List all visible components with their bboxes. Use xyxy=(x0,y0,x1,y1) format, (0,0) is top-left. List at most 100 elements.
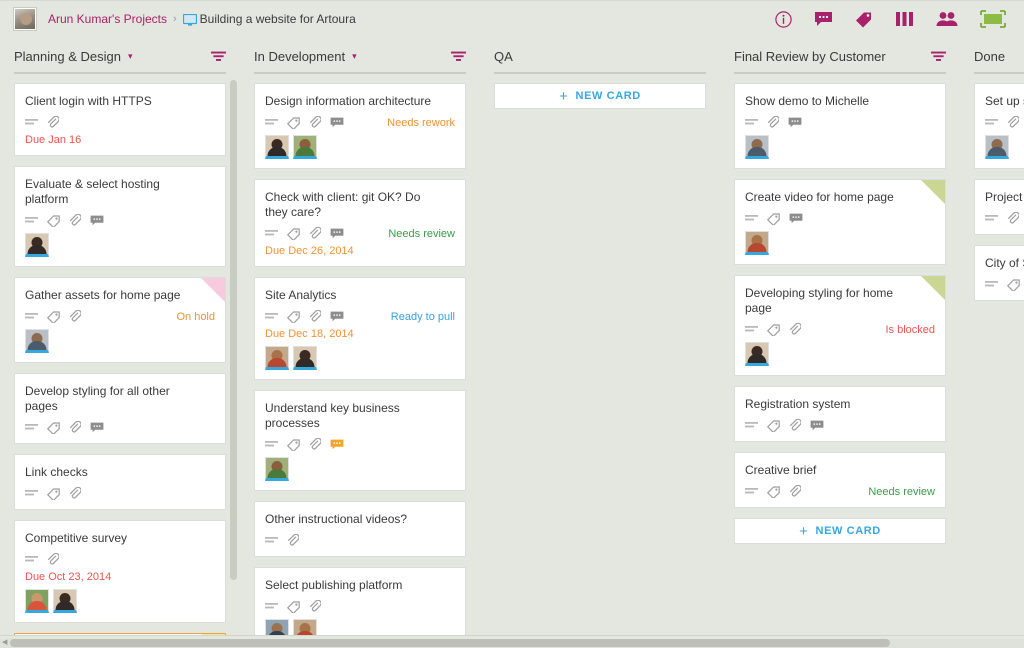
tag-icon[interactable] xyxy=(287,116,300,129)
attachment-icon[interactable] xyxy=(1007,116,1019,129)
tag-icon[interactable] xyxy=(287,600,300,613)
tag-icon[interactable] xyxy=(287,310,300,323)
attachment-icon[interactable] xyxy=(309,310,321,323)
filter-icon[interactable] xyxy=(931,51,948,62)
description-icon[interactable] xyxy=(745,325,758,335)
avatar[interactable] xyxy=(25,233,49,257)
kanban-card[interactable]: Create video for home page xyxy=(734,179,946,265)
comment-icon-unread[interactable] xyxy=(330,439,344,450)
attachment-icon[interactable] xyxy=(789,485,801,498)
description-icon[interactable] xyxy=(745,118,758,128)
chevron-down-icon[interactable]: ▾ xyxy=(352,51,357,61)
kanban-card[interactable]: Client login with HTTPS Due Jan 16 xyxy=(14,83,226,156)
attachment-icon[interactable] xyxy=(69,214,81,227)
filter-icon[interactable] xyxy=(211,51,228,62)
new-card-button[interactable]: + NEW CARD xyxy=(734,518,946,544)
attachment-icon[interactable] xyxy=(69,487,81,500)
kanban-card[interactable]: Develop styling for all other pages xyxy=(14,373,226,444)
description-icon[interactable] xyxy=(265,536,278,546)
kanban-card[interactable]: Gather assets for home page On hold xyxy=(14,277,226,363)
chevron-down-icon[interactable]: ▾ xyxy=(128,51,133,61)
comment-icon[interactable] xyxy=(814,11,833,27)
tag-icon[interactable] xyxy=(767,212,780,225)
description-icon[interactable] xyxy=(265,229,278,239)
description-icon[interactable] xyxy=(265,602,278,612)
attachment-icon[interactable] xyxy=(69,310,81,323)
description-icon[interactable] xyxy=(265,118,278,128)
description-icon[interactable] xyxy=(25,555,38,565)
hscroll-thumb[interactable] xyxy=(10,639,890,647)
description-icon[interactable] xyxy=(25,216,38,226)
attachment-icon[interactable] xyxy=(767,116,779,129)
comment-icon[interactable] xyxy=(330,311,344,322)
attachment-icon[interactable] xyxy=(309,600,321,613)
avatar[interactable] xyxy=(265,346,289,370)
attachment-icon[interactable] xyxy=(789,419,801,432)
kanban-card[interactable]: Show demo to Michelle xyxy=(734,83,946,169)
kanban-card[interactable]: Site Analytics Ready to pull Due Dec 18, 2… xyxy=(254,277,466,380)
kanban-card[interactable]: Design information architecture Needs rew… xyxy=(254,83,466,169)
hscroll-left-arrow[interactable]: ◀ xyxy=(2,639,9,647)
avatar[interactable] xyxy=(745,231,769,255)
horizontal-scrollbar[interactable]: ◀ xyxy=(0,635,1024,648)
avatar[interactable] xyxy=(985,135,1009,159)
description-icon[interactable] xyxy=(265,312,278,322)
tag-icon[interactable] xyxy=(287,438,300,451)
tag-icon[interactable] xyxy=(855,11,873,28)
kanban-card[interactable]: Competitive survey Due Oct 23, 2014 xyxy=(14,520,226,623)
tag-icon[interactable] xyxy=(47,310,60,323)
description-icon[interactable] xyxy=(985,118,998,128)
column-scrollbar[interactable] xyxy=(230,80,237,580)
kanban-card[interactable]: Evaluate & select hosting platform xyxy=(14,166,226,267)
columns-icon[interactable] xyxy=(895,11,914,27)
kanban-card[interactable]: Set up s xyxy=(974,83,1024,169)
tag-icon[interactable] xyxy=(287,227,300,240)
comment-icon[interactable] xyxy=(90,215,104,226)
kanban-card[interactable]: City of S xyxy=(974,245,1024,301)
kanban-card[interactable]: Check with client: git OK? Do they care?… xyxy=(254,179,466,267)
attachment-icon[interactable] xyxy=(47,116,59,129)
comment-icon[interactable] xyxy=(789,213,803,224)
avatar[interactable] xyxy=(293,135,317,159)
comment-icon[interactable] xyxy=(90,422,104,433)
description-icon[interactable] xyxy=(745,214,758,224)
avatar[interactable] xyxy=(25,589,49,613)
avatar[interactable] xyxy=(745,342,769,366)
user-avatar[interactable] xyxy=(14,8,36,30)
filter-icon[interactable] xyxy=(451,51,468,62)
new-card-button[interactable]: + NEW CARD xyxy=(494,83,706,109)
attachment-icon[interactable] xyxy=(287,534,299,547)
description-icon[interactable] xyxy=(745,421,758,431)
tag-icon[interactable] xyxy=(767,323,780,336)
description-icon[interactable] xyxy=(265,440,278,450)
description-icon[interactable] xyxy=(25,312,38,322)
comment-icon[interactable] xyxy=(810,420,824,431)
description-icon[interactable] xyxy=(25,118,38,128)
description-icon[interactable] xyxy=(985,214,998,224)
attachment-icon[interactable] xyxy=(789,323,801,336)
attachment-icon[interactable] xyxy=(1007,212,1019,225)
comment-icon[interactable] xyxy=(330,117,344,128)
kanban-card[interactable]: Creative brief Needs review xyxy=(734,452,946,508)
attachment-icon[interactable] xyxy=(47,553,59,566)
breadcrumb-project-link[interactable]: Arun Kumar's Projects xyxy=(48,12,167,26)
tag-icon[interactable] xyxy=(1007,278,1020,291)
avatar[interactable] xyxy=(745,135,769,159)
tag-icon[interactable] xyxy=(767,485,780,498)
avatar[interactable] xyxy=(265,135,289,159)
tag-icon[interactable] xyxy=(767,419,780,432)
comment-icon[interactable] xyxy=(788,117,802,128)
comment-icon[interactable] xyxy=(330,228,344,239)
attachment-icon[interactable] xyxy=(309,116,321,129)
people-icon[interactable] xyxy=(936,11,958,27)
tag-icon[interactable] xyxy=(47,487,60,500)
kanban-card[interactable]: Other instructional videos? xyxy=(254,501,466,557)
attachment-icon[interactable] xyxy=(69,421,81,434)
tag-icon[interactable] xyxy=(47,421,60,434)
info-icon[interactable] xyxy=(775,10,792,28)
kanban-card[interactable]: Registration system xyxy=(734,386,946,442)
avatar[interactable] xyxy=(53,589,77,613)
kanban-card[interactable]: Link checks xyxy=(14,454,226,510)
kanban-card[interactable]: Project xyxy=(974,179,1024,235)
description-icon[interactable] xyxy=(25,489,38,499)
